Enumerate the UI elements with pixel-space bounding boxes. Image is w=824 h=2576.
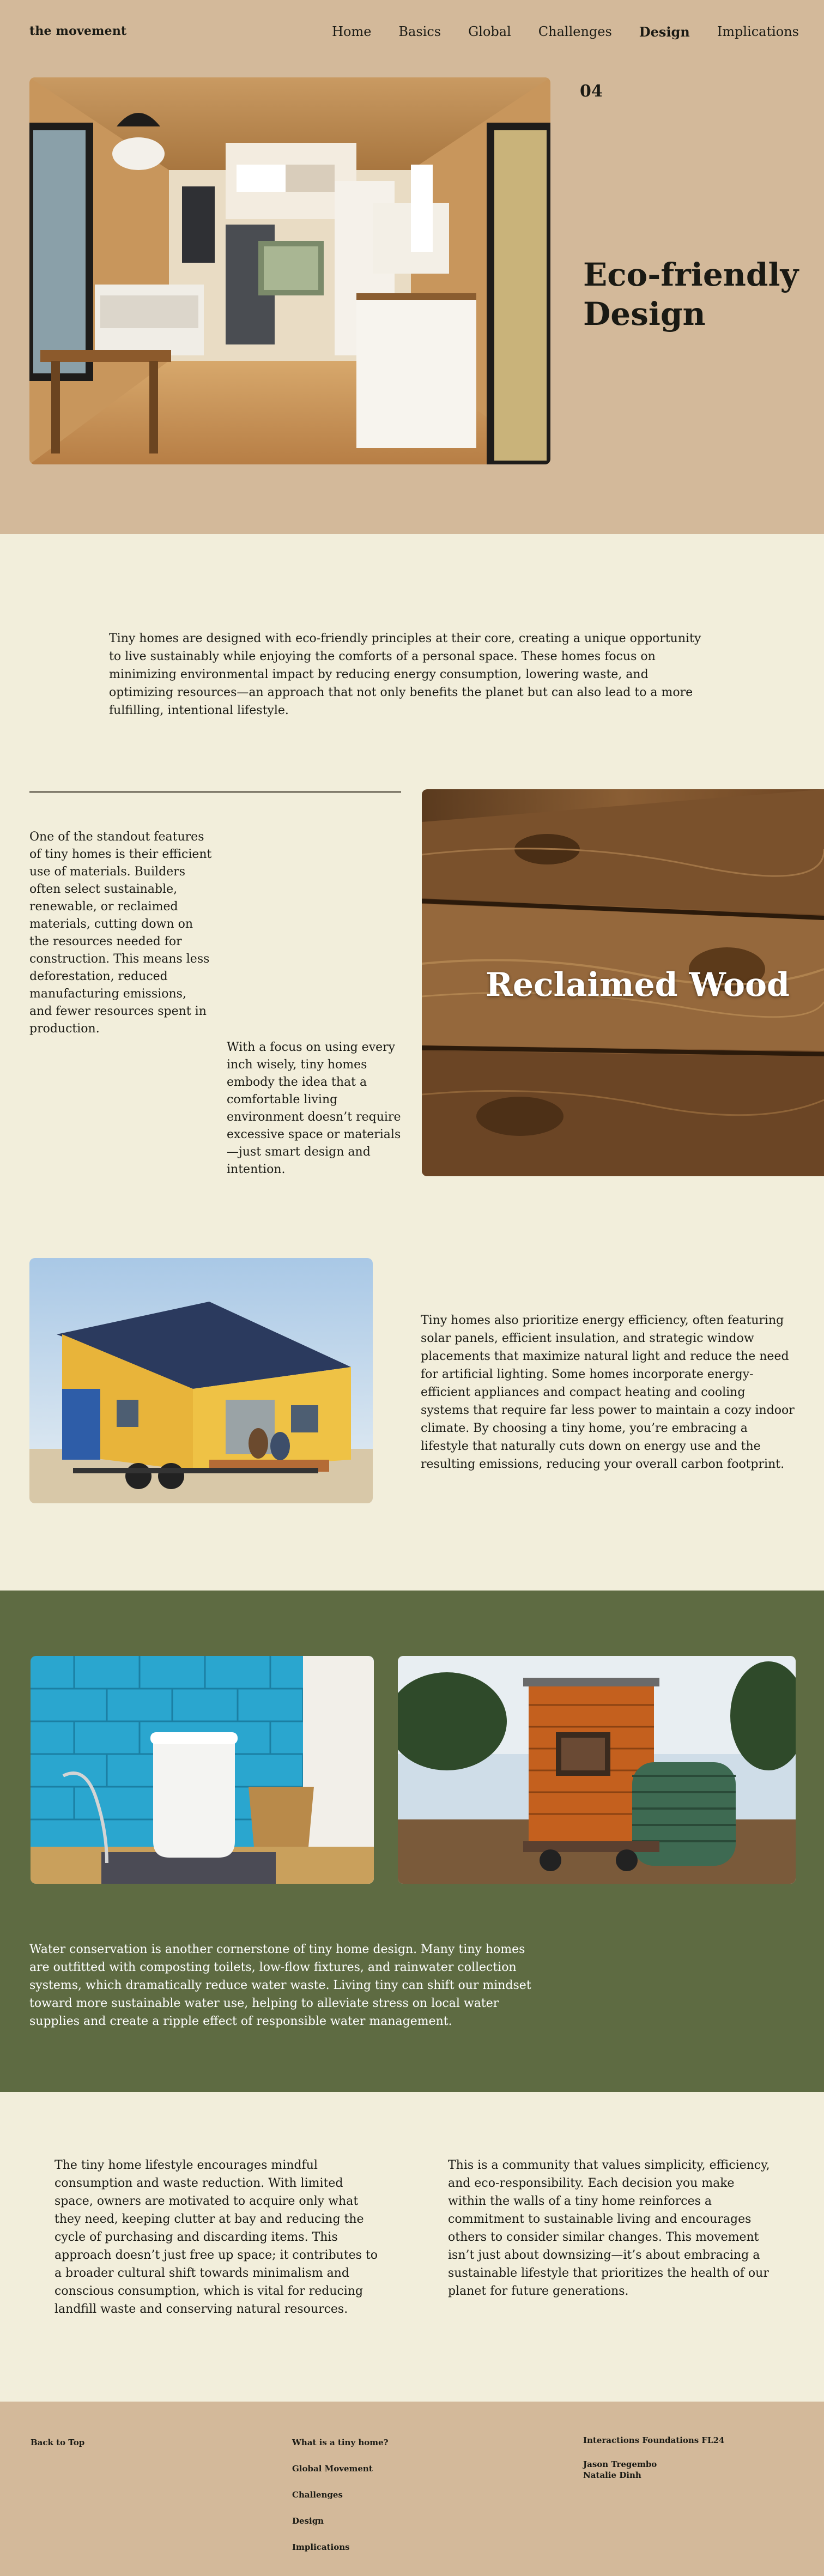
back-to-top-link[interactable]: Back to Top xyxy=(31,2438,84,2447)
nav-home[interactable]: Home xyxy=(332,24,371,40)
nav-design[interactable]: Design xyxy=(639,24,690,40)
main-nav: Home Basics Global Challenges Design Imp… xyxy=(305,24,799,40)
reclaimed-wood-title: Reclaimed Wood xyxy=(485,966,790,1004)
solar-tiny-home-image xyxy=(29,1258,373,1503)
hero-section: the movement Home Basics Global Challeng… xyxy=(0,0,824,534)
composting-toilet-image xyxy=(31,1656,374,1884)
page-title: Eco-friendly Design xyxy=(583,255,801,334)
energy-efficiency-paragraph: Tiny homes also prioritize energy effici… xyxy=(421,1314,795,1471)
nav-basics[interactable]: Basics xyxy=(398,24,441,40)
mindful-consumption-paragraph: The tiny home lifestyle encourages mindf… xyxy=(54,2158,378,2316)
nav-implications[interactable]: Implications xyxy=(717,24,799,40)
smart-design-paragraph: With a focus on using every inch wisely,… xyxy=(227,1041,401,1176)
footer-link-design[interactable]: Design xyxy=(292,2516,324,2526)
author-natalie: Natalie Dinh xyxy=(583,2470,641,2480)
course-name: Interactions Foundations FL24 xyxy=(583,2435,725,2445)
footer-link-what-is[interactable]: What is a tiny home? xyxy=(292,2438,389,2447)
footer-link-global[interactable]: Global Movement xyxy=(292,2464,373,2474)
intro-paragraph: Tiny homes are designed with eco-friendl… xyxy=(109,632,701,717)
intro-section: Tiny homes are designed with eco-friendl… xyxy=(0,534,824,785)
page-title-line2: Design xyxy=(583,295,706,332)
section-number: 04 xyxy=(580,82,603,101)
community-section: The tiny home lifestyle encourages mindf… xyxy=(0,2092,824,2402)
footer-link-challenges[interactable]: Challenges xyxy=(292,2490,343,2500)
community-values-paragraph: This is a community that values simplici… xyxy=(448,2158,770,2298)
page-title-line1: Eco-friendly xyxy=(583,256,799,293)
footer-link-implications[interactable]: Implications xyxy=(292,2542,350,2552)
site-logo[interactable]: the movement xyxy=(29,24,126,38)
water-conservation-paragraph: Water conservation is another cornerston… xyxy=(29,1943,531,2028)
tiny-home-interior-image xyxy=(29,77,550,464)
nav-challenges[interactable]: Challenges xyxy=(538,24,612,40)
nav-global[interactable]: Global xyxy=(468,24,511,40)
section-divider xyxy=(29,791,401,793)
rainwater-tank-image xyxy=(398,1656,796,1884)
site-footer: Back to Top What is a tiny home? Global … xyxy=(0,2402,824,2576)
materials-paragraph: One of the standout features of tiny hom… xyxy=(29,830,212,1036)
author-jason: Jason Tregembo xyxy=(583,2459,657,2469)
water-section: Water conservation is another cornerston… xyxy=(0,1591,824,2092)
